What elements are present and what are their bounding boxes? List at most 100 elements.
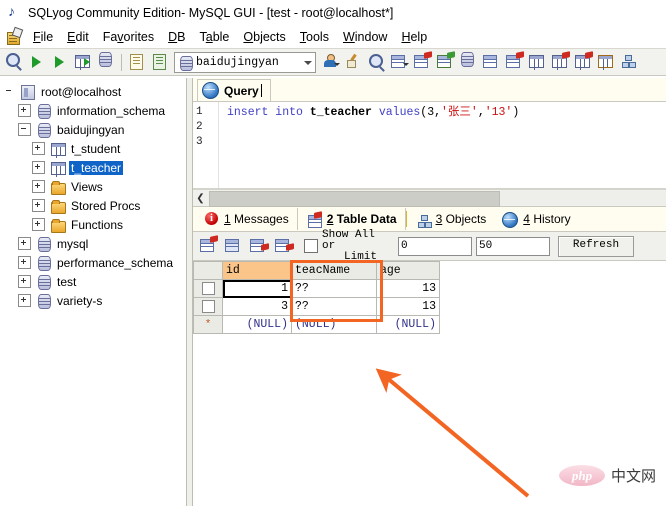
expander-plus-icon[interactable] — [32, 142, 45, 155]
alter-table-icon[interactable] — [550, 51, 571, 73]
grid-column-header-teacname[interactable]: teacName — [291, 261, 377, 280]
expander-plus-icon[interactable] — [32, 199, 45, 212]
limit-input[interactable] — [476, 236, 550, 256]
menu-file[interactable]: File — [26, 28, 60, 46]
sql-editor[interactable]: 1 2 3 insert into t_teacher values(3,'张三',… — [193, 102, 666, 189]
user-manager-icon[interactable] — [320, 51, 341, 73]
chevron-down-icon[interactable] — [300, 54, 315, 71]
grid-cell-id[interactable]: (NULL) — [222, 315, 292, 334]
show-all-checkbox[interactable] — [304, 239, 318, 253]
expander-plus-icon[interactable] — [18, 237, 31, 250]
tree-item-baidujingyan[interactable]: baidujingyan — [0, 120, 186, 139]
grid-cell-age[interactable]: (NULL) — [376, 315, 440, 334]
manage-index-icon[interactable] — [596, 51, 617, 73]
export-data-icon[interactable] — [435, 51, 456, 73]
table-diagnostics-icon[interactable] — [389, 51, 410, 73]
menu-edit[interactable]: Edit — [60, 28, 96, 46]
tree-item-functions[interactable]: Functions — [0, 215, 186, 234]
database-selector[interactable]: baidujingyan — [174, 51, 316, 73]
new-table-icon[interactable] — [527, 51, 548, 73]
result-tab-objects[interactable]: 3 Objects — [407, 208, 495, 230]
grid-view-icon[interactable] — [198, 235, 219, 257]
menu-window[interactable]: Window — [336, 28, 394, 46]
grid-row-header[interactable] — [193, 297, 223, 316]
edit-delete-icon[interactable] — [273, 235, 294, 257]
row-select-box[interactable] — [201, 299, 215, 313]
folder-icon — [49, 198, 66, 214]
result-tab-history[interactable]: 4 History — [494, 208, 578, 230]
refresh-button[interactable]: Refresh — [558, 235, 634, 257]
data-grid[interactable]: id teacName age 1?? 13 3?? 13 * (NULL) (NULL) (NUL… — [193, 261, 440, 334]
execute-query-icon[interactable] — [27, 51, 48, 73]
menu-favorites[interactable]: Favorites — [96, 28, 161, 46]
insert-table-icon[interactable] — [573, 51, 594, 73]
cleanup-icon[interactable] — [343, 51, 364, 73]
refresh-object-browser-icon[interactable] — [149, 51, 170, 73]
scroll-left-arrow-icon[interactable]: ❮ — [193, 191, 208, 205]
grid-column-header-age[interactable]: age — [376, 261, 440, 280]
tree-item-mysql[interactable]: mysql — [0, 234, 186, 253]
tab-query[interactable]: Query — [197, 79, 271, 101]
grid-cell-teacname[interactable]: (NULL) — [291, 315, 377, 334]
tree-item-test[interactable]: test — [0, 272, 186, 291]
scrollbar-track[interactable] — [208, 191, 666, 207]
tree-item-variety-s[interactable]: variety-s — [0, 291, 186, 310]
menu-tools[interactable]: Tools — [293, 28, 336, 46]
result-tab-label: Table Data — [336, 212, 397, 226]
execute-to-grid-icon[interactable] — [73, 51, 94, 73]
schema-designer-icon[interactable] — [619, 51, 640, 73]
tree-item-t-teacher[interactable]: t_teacher — [0, 158, 186, 177]
expander-plus-icon[interactable] — [18, 294, 31, 307]
find-icon[interactable] — [366, 51, 387, 73]
menu-objects[interactable]: Objects — [236, 28, 292, 46]
menu-table[interactable]: Table — [193, 28, 237, 46]
grid-row-header[interactable] — [193, 279, 223, 298]
tree-item-information-schema[interactable]: information_schema — [0, 101, 186, 120]
expander-plus-icon[interactable] — [32, 180, 45, 193]
menu-db[interactable]: DB — [161, 28, 192, 46]
expander-plus-icon[interactable] — [18, 256, 31, 269]
scrollbar-thumb[interactable] — [209, 191, 500, 207]
expander-plus-icon[interactable] — [18, 275, 31, 288]
new-connection-icon[interactable] — [4, 51, 25, 73]
grid-corner-header[interactable] — [193, 261, 223, 280]
grid-cell-id[interactable]: 3 — [222, 297, 292, 316]
copy-table-icon[interactable] — [481, 51, 502, 73]
row-select-box[interactable] — [201, 281, 215, 295]
editor-horizontal-scrollbar[interactable]: ❮ — [193, 189, 666, 207]
expander-minus-icon[interactable] — [18, 123, 31, 136]
expander-plus-icon[interactable] — [32, 161, 45, 174]
grid-cell-teacname[interactable]: ?? — [291, 279, 377, 298]
copy-database-icon[interactable] — [458, 51, 479, 73]
backup-database-icon[interactable] — [504, 51, 525, 73]
grid-row-header[interactable]: * — [193, 315, 223, 334]
tree-item-root-localhost[interactable]: root@localhost — [0, 82, 186, 101]
save-icon[interactable] — [223, 235, 244, 257]
grid-cell-age[interactable]: 13 — [376, 279, 440, 298]
grid-cell-age[interactable]: 13 — [376, 297, 440, 316]
grid-column-header-id[interactable]: id — [222, 261, 292, 280]
result-tab-messages[interactable]: i1 Messages — [195, 208, 297, 230]
tree-item-views[interactable]: Views — [0, 177, 186, 196]
expander-plus-icon[interactable] — [32, 218, 45, 231]
grid-row[interactable]: 3?? 13 — [193, 297, 440, 316]
offset-input[interactable] — [398, 236, 472, 256]
execute-all-icon[interactable] — [50, 51, 71, 73]
menu-help[interactable]: Help — [394, 28, 434, 46]
expander-plus-icon[interactable] — [18, 104, 31, 117]
delete-row-icon[interactable] — [248, 235, 269, 257]
sql-code[interactable]: insert into t_teacher values(3,'张三','13'… — [219, 102, 666, 188]
tree-item-t-student[interactable]: t_student — [0, 139, 186, 158]
open-file-icon[interactable] — [126, 51, 147, 73]
database-selector-value: baidujingyan — [196, 55, 279, 69]
grid-cell-teacname[interactable]: ?? — [291, 297, 377, 316]
explain-query-icon[interactable] — [96, 51, 117, 73]
result-tab-table-data[interactable]: 2 Table Data — [296, 208, 406, 230]
grid-row[interactable]: 1?? 13 — [193, 279, 440, 298]
grid-row[interactable]: * (NULL) (NULL) (NULL) — [193, 315, 440, 334]
import-data-icon[interactable] — [412, 51, 433, 73]
grid-cell-id[interactable]: 1 — [222, 279, 292, 298]
new-row-marker: * — [204, 319, 212, 331]
tree-item-performance-schema[interactable]: performance_schema — [0, 253, 186, 272]
tree-item-stored-procs[interactable]: Stored Procs — [0, 196, 186, 215]
